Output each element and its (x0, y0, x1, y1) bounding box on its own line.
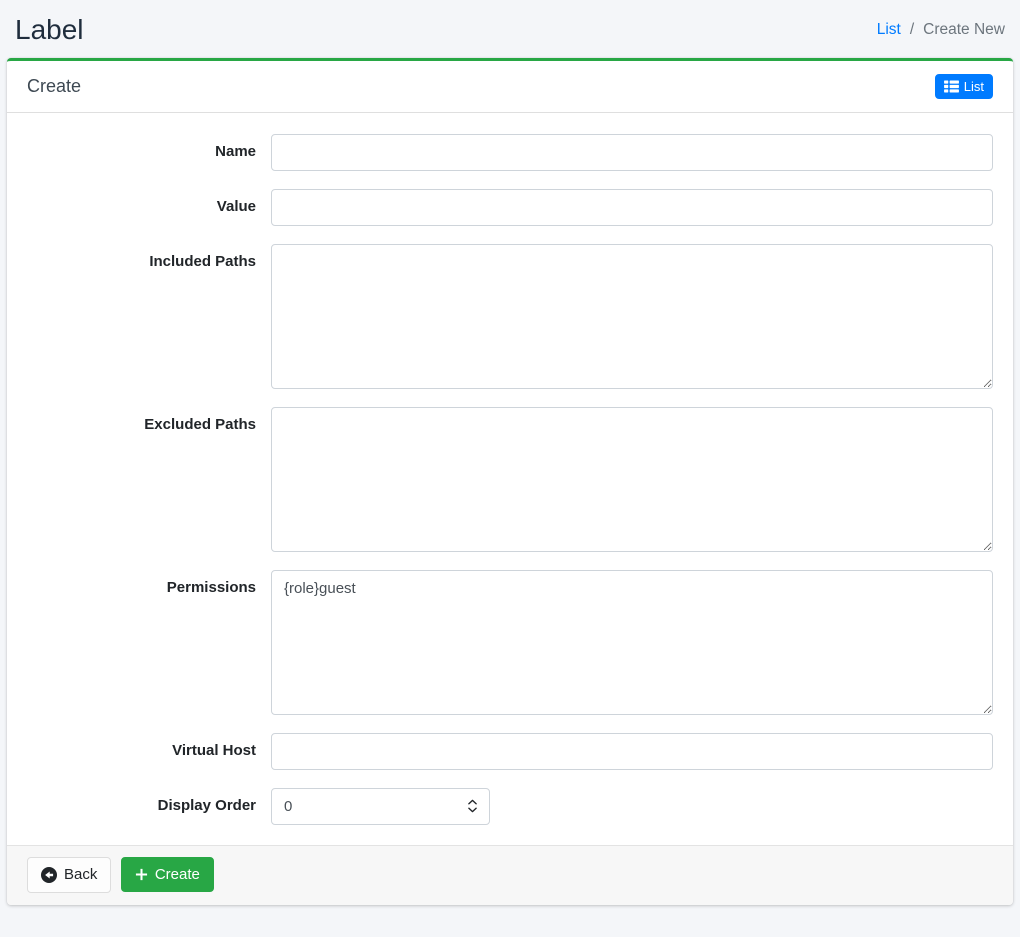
form-row-excluded-paths: Excluded Paths (27, 406, 993, 552)
included-paths-label: Included Paths (149, 252, 256, 270)
display-order-input[interactable] (271, 787, 490, 825)
arrow-circle-left-icon (41, 866, 57, 883)
th-list-icon (943, 80, 959, 93)
create-button-label: Create (154, 866, 200, 884)
display-order-label: Display Order (157, 796, 256, 814)
form-row-display-order: Display Order (27, 787, 993, 825)
create-card: Create List Name Value Included Paths Ex… (7, 57, 1013, 905)
card-footer: Back Create (7, 844, 1013, 905)
number-spinner-icon[interactable] (468, 799, 477, 813)
form-row-included-paths: Included Paths (27, 243, 993, 389)
included-paths-textarea[interactable] (271, 243, 993, 389)
back-button[interactable]: Back (27, 856, 112, 893)
value-input[interactable] (271, 188, 993, 226)
form-row-virtual-host: Virtual Host (27, 732, 993, 770)
list-button-label: List (963, 78, 984, 94)
excluded-paths-textarea[interactable] (271, 406, 993, 552)
excluded-paths-label: Excluded Paths (144, 415, 256, 433)
permissions-label: Permissions (166, 578, 256, 596)
breadcrumb-list-link[interactable]: List (877, 21, 901, 39)
name-label: Name (215, 142, 256, 160)
card-body: Name Value Included Paths Excluded Paths (7, 113, 1013, 845)
form-row-name: Name (27, 133, 993, 171)
plus-icon (135, 868, 148, 881)
virtual-host-label: Virtual Host (172, 741, 256, 759)
back-button-label: Back (64, 866, 98, 884)
card-header: Create List (7, 61, 1013, 113)
breadcrumb-separator: / (909, 20, 915, 38)
list-button[interactable]: List (934, 73, 993, 99)
permissions-textarea[interactable]: {role}guest (271, 569, 993, 715)
breadcrumb: List / Create New (877, 21, 1005, 39)
form-row-value: Value (27, 188, 993, 226)
card-title: Create (27, 75, 82, 96)
name-input[interactable] (271, 133, 993, 171)
breadcrumb-current: Create New (923, 20, 1005, 38)
page-title: Label (15, 14, 84, 45)
virtual-host-input[interactable] (271, 732, 993, 770)
form-row-permissions: Permissions {role}guest (27, 569, 993, 715)
page-header: Label List / Create New (0, 0, 1020, 58)
value-label: Value (216, 197, 256, 215)
create-button[interactable]: Create (120, 857, 214, 893)
